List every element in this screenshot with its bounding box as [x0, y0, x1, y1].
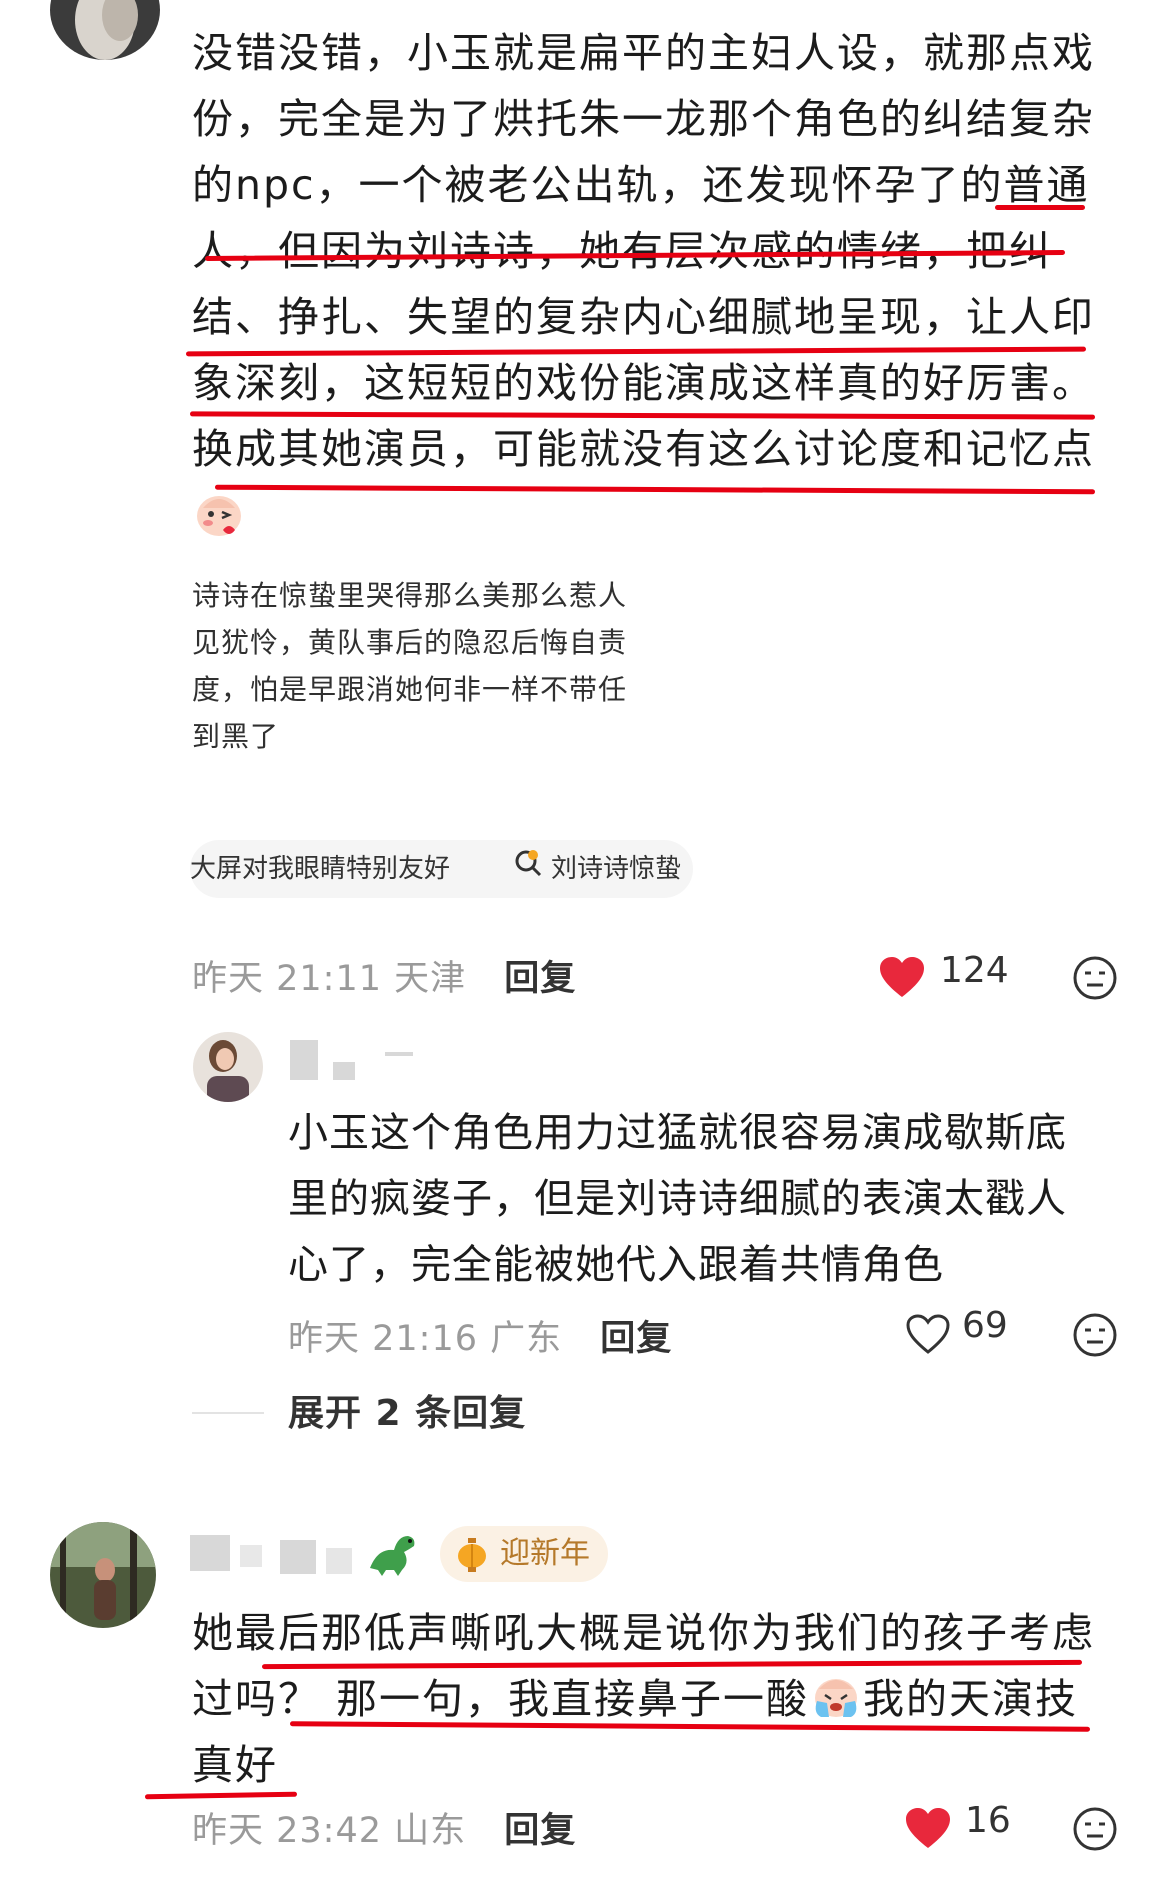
username-redacted — [240, 1545, 262, 1567]
avatar[interactable] — [193, 1032, 263, 1102]
username-redacted — [333, 1062, 355, 1080]
quote-line: 诗诗在惊蛰里哭得那么美那么惹人 — [192, 579, 628, 612]
heart-filled-icon[interactable] — [904, 1806, 952, 1854]
avatar[interactable] — [50, 0, 160, 60]
search-chip[interactable]: 刘诗诗惊蛰 — [495, 840, 693, 898]
reply-button[interactable]: 回复 — [504, 1811, 576, 1851]
crying-emoji-icon — [811, 1672, 861, 1718]
search-icon — [513, 841, 543, 899]
underline-annotation — [214, 484, 1096, 495]
comment-line: 的npc，一个被老公出轨，还发现怀孕了的普通 — [192, 161, 1090, 209]
dinosaur-icon — [364, 1528, 422, 1582]
reply-button[interactable]: 回复 — [504, 959, 576, 999]
heart-outline-icon[interactable] — [904, 1312, 952, 1360]
comment-line: 她最后那低声嘶吼大概是说你为我们的孩子考虑 — [192, 1609, 1095, 1657]
comment-line: 真好 — [192, 1741, 278, 1789]
chip-label: 刘诗诗惊蛰 — [551, 854, 682, 884]
like-count: 69 — [962, 1305, 1008, 1346]
chip-label: 大屏对我眼睛特别友好 — [190, 854, 451, 884]
badge-label: 迎新年 — [500, 1536, 590, 1571]
blush-face-emoji-icon — [193, 488, 245, 540]
comment-line: 结、挣扎、失望的复杂内心细腻地呈现，让人印 — [192, 293, 1095, 341]
dislike-face-icon[interactable] — [1072, 1806, 1118, 1856]
comment-line: 份，完全是为了烘托朱一龙那个角色的纠结复杂 — [192, 95, 1095, 143]
reply-text: 小玉这个角色用力过猛就很容易演成歇斯底 里的疯婆子，但是刘诗诗细腻的表演太戳人 … — [288, 1100, 1108, 1298]
divider — [192, 1412, 264, 1414]
comment-line: 换成其她演员，可能就没有这么讨论度和记忆点 — [192, 425, 1095, 473]
comment-meta: 昨天 23:42 山东 回复 — [192, 1802, 576, 1853]
comment-meta: 昨天 21:11 天津 回复 — [192, 950, 576, 1001]
event-badge[interactable]: 迎新年 — [440, 1526, 608, 1582]
quote-line: 见犹怜，黄队事后的隐忍后悔自责 — [192, 626, 628, 659]
quote-line: 度，怕是早跟消她何非一样不带任 — [192, 673, 628, 706]
reply-line: 小玉这个角色用力过猛就很容易演成歇斯底 — [288, 1110, 1067, 1156]
comment-line: 没错没错，小玉就是扁平的主妇人设，就那点戏 — [192, 29, 1095, 77]
timestamp-location: 昨天 21:11 天津 — [192, 959, 467, 999]
lantern-icon — [454, 1536, 490, 1592]
like-count: 124 — [940, 950, 1009, 991]
dislike-face-icon[interactable] — [1072, 955, 1118, 1005]
username-redacted — [290, 1040, 318, 1080]
quoted-video-text[interactable]: 诗诗在惊蛰里哭得那么美那么惹人 见犹怜，黄队事后的隐忍后悔自责 度，怕是早跟消她… — [192, 572, 682, 760]
username-redacted — [190, 1535, 230, 1571]
comment-line: 象深刻，这短短的戏份能演成这样真的好厉害。 — [192, 359, 1095, 407]
username-redacted — [280, 1540, 316, 1574]
like-count: 16 — [965, 1800, 1011, 1841]
reply-line: 里的疯婆子，但是刘诗诗细腻的表演太戳人 — [288, 1176, 1067, 1222]
reply-button[interactable]: 回复 — [600, 1319, 672, 1359]
reply-line: 心了，完全能被她代入跟着共情角色 — [288, 1242, 944, 1288]
heart-filled-icon[interactable] — [878, 955, 926, 1003]
underline-annotation — [995, 205, 1085, 210]
timestamp-location: 昨天 21:16 广东 — [288, 1319, 563, 1359]
avatar[interactable] — [50, 1522, 156, 1628]
quote-line: 到黑了 — [192, 720, 280, 753]
underline-annotation — [144, 1791, 298, 1800]
comment-text: 她最后那低声嘶吼大概是说你为我们的孩子考虑 过吗？ 那一句，我直接鼻子一酸 我的天… — [192, 1600, 1095, 1798]
reply-meta: 昨天 21:16 广东 回复 — [288, 1310, 672, 1361]
dislike-face-icon[interactable] — [1072, 1312, 1118, 1362]
expand-replies-button[interactable]: 展开 2 条回复 — [288, 1384, 526, 1436]
timestamp-location: 昨天 23:42 山东 — [192, 1811, 467, 1851]
username-redacted — [385, 1052, 413, 1056]
username-redacted — [326, 1548, 352, 1574]
